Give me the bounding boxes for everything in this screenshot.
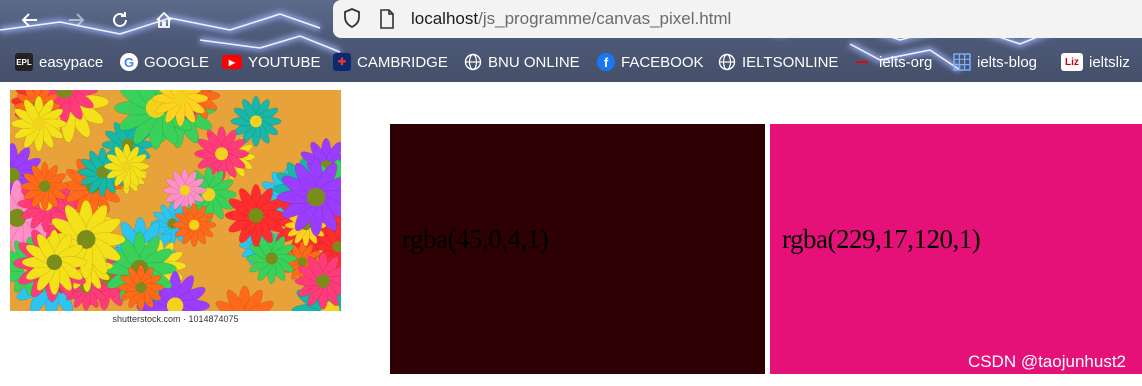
bookmark-youtube[interactable]: ▶ YOUTUBE	[222, 52, 321, 72]
bookmark-label: YOUTUBE	[248, 53, 321, 71]
bookmark-ielts-org[interactable]: ▬▬ ielts-org	[851, 52, 932, 72]
url-path: /js_programme/canvas_pixel.html	[478, 9, 732, 28]
youtube-logo-icon: ▶	[222, 55, 242, 69]
swatch-label: rgba(229,17,120,1)	[782, 224, 981, 254]
cambridge-logo-icon: ✚	[333, 53, 351, 71]
reload-icon	[113, 12, 127, 27]
bookmark-label: IELTSONLINE	[742, 53, 839, 71]
bookmark-label: ieltsliz	[1089, 53, 1130, 71]
address-bar[interactable]: localhost/js_programme/canvas_pixel.html	[333, 0, 1142, 38]
image-caption: shutterstock.com · 1014874075	[10, 311, 341, 328]
ielts-logo-icon: ▬▬	[856, 59, 868, 65]
easypace-logo-icon: EPL	[15, 53, 33, 71]
url-host: localhost	[411, 9, 479, 28]
back-button[interactable]	[18, 8, 42, 32]
bookmark-label: ielts-blog	[977, 53, 1038, 71]
bookmark-label: FACEBOOK	[621, 53, 704, 71]
color-swatch-dark: rgba(45,0,4,1)	[390, 124, 765, 374]
browser-toolbar: localhost/js_programme/canvas_pixel.html…	[0, 0, 1142, 82]
globe-icon	[464, 53, 482, 71]
forward-arrow-icon	[69, 13, 85, 27]
google-logo-icon: G	[120, 53, 138, 71]
facebook-logo-icon: f	[597, 53, 615, 71]
bookmark-cambridge[interactable]: ✚ CAMBRIDGE	[333, 52, 448, 72]
bookmark-label: GOOGLE	[144, 53, 210, 71]
reload-button[interactable]	[108, 8, 132, 32]
bookmarks-bar: EPL easypace G GOOGLE ▶ YOUTUBE ✚ CAMBRI…	[0, 44, 1142, 80]
back-arrow-icon	[21, 13, 37, 27]
bookmark-label: CAMBRIDGE	[357, 53, 448, 71]
bookmark-google[interactable]: G GOOGLE	[120, 52, 209, 72]
watermark: CSDN @taojunhust2	[967, 352, 1126, 371]
bookmark-bnu-online[interactable]: BNU ONLINE	[464, 52, 580, 72]
forward-button[interactable]	[64, 8, 88, 32]
bookmark-easypace[interactable]: EPL easypace	[15, 52, 103, 72]
swatch-label: rgba(45,0,4,1)	[402, 224, 549, 254]
url-text[interactable]: localhost/js_programme/canvas_pixel.html	[411, 9, 731, 29]
liz-logo-icon: Liz	[1061, 53, 1083, 71]
globe-icon	[718, 53, 736, 71]
bookmark-facebook[interactable]: f FACEBOOK	[597, 52, 704, 72]
bookmark-label: ielts-org	[879, 53, 933, 71]
home-button[interactable]	[152, 8, 176, 32]
bookmark-label: BNU ONLINE	[488, 53, 580, 71]
flower-photo	[10, 90, 341, 328]
bookmark-ieltsliz[interactable]: Liz ieltsliz	[1061, 52, 1130, 72]
shield-icon[interactable]	[343, 8, 361, 33]
grid-icon	[953, 53, 971, 71]
page-icon	[379, 9, 395, 34]
bookmark-ieltsonline[interactable]: IELTSONLINE	[718, 52, 838, 72]
bookmark-label: easypace	[39, 53, 104, 71]
bookmark-ielts-blog[interactable]: ielts-blog	[953, 52, 1037, 72]
home-icon	[156, 11, 172, 28]
color-swatch-pink: rgba(229,17,120,1)	[770, 124, 1142, 374]
